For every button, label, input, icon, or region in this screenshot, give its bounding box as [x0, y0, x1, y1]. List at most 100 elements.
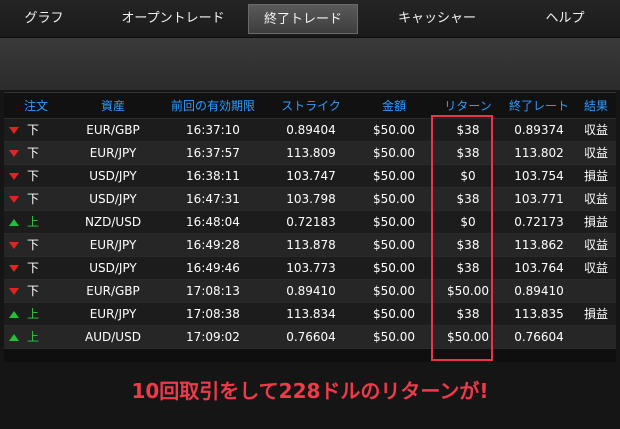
cell-close-rate: 0.89374 — [502, 118, 576, 142]
cell-expiry: 17:09:02 — [158, 325, 268, 349]
table-row: 下 USD/JPY 16:49:46 103.773 $50.00 $38 103.764 収… — [4, 256, 616, 280]
cell-close-rate: 113.835 — [502, 302, 576, 326]
cell-return: $38 — [434, 256, 502, 280]
order-direction-label: 下 — [27, 123, 40, 137]
cell-strike: 0.76604 — [268, 325, 354, 349]
trades-table: 注文 資産 前回の有効期限 ストライク 金額 リターン 終了レート 結果 下 EU… — [4, 93, 616, 349]
table-row: 上 NZD/USD 16:48:04 0.72183 $50.00 $0 0.72173 損益 — [4, 210, 616, 234]
closed-trades-table: 注文 資産 前回の有効期限 ストライク 金額 リターン 終了レート 結果 下 EU… — [4, 92, 616, 362]
cell-order: 上 — [4, 325, 68, 349]
cell-amount: $50.00 — [354, 233, 434, 257]
cell-strike: 103.798 — [268, 187, 354, 211]
cell-order: 下 — [4, 141, 68, 165]
cell-strike: 113.878 — [268, 233, 354, 257]
cell-asset: USD/JPY — [68, 187, 158, 211]
cell-strike: 103.747 — [268, 164, 354, 188]
cell-strike: 103.773 — [268, 256, 354, 280]
cell-return: $0 — [434, 210, 502, 234]
cell-result: 収益 — [576, 141, 616, 165]
table-row: 下 EUR/JPY 16:49:28 113.878 $50.00 $38 113.862 収… — [4, 233, 616, 257]
header-close-rate[interactable]: 終了レート — [502, 93, 576, 119]
tab-help[interactable]: ヘルプ — [530, 4, 600, 34]
cell-asset: USD/JPY — [68, 256, 158, 280]
cell-order: 上 — [4, 302, 68, 326]
header-return[interactable]: リターン — [434, 93, 502, 119]
down-arrow-icon — [9, 242, 19, 249]
cell-order: 上 — [4, 210, 68, 234]
cell-close-rate: 103.764 — [502, 256, 576, 280]
tab-closed-trades[interactable]: 終了トレード — [248, 4, 358, 34]
cell-order: 下 — [4, 187, 68, 211]
promo-caption: 10回取引をして228ドルのリターンが! — [131, 379, 489, 403]
down-arrow-icon — [9, 265, 19, 272]
cell-asset: EUR/GBP — [68, 118, 158, 142]
cell-asset: AUD/USD — [68, 325, 158, 349]
order-direction-label: 上 — [27, 330, 40, 344]
down-arrow-icon — [9, 127, 19, 134]
order-direction-label: 下 — [27, 284, 40, 298]
cell-strike: 0.72183 — [268, 210, 354, 234]
cell-result: 損益 — [576, 302, 616, 326]
tab-cashier[interactable]: キャッシャー — [382, 4, 492, 34]
cell-order: 下 — [4, 164, 68, 188]
cell-amount: $50.00 — [354, 164, 434, 188]
tab-graph[interactable]: グラフ — [14, 4, 74, 34]
order-direction-label: 上 — [27, 215, 40, 229]
cell-order: 下 — [4, 233, 68, 257]
header-result[interactable]: 結果 — [576, 93, 616, 119]
cell-order: 下 — [4, 279, 68, 303]
cell-expiry: 16:37:57 — [158, 141, 268, 165]
cell-expiry: 16:48:04 — [158, 210, 268, 234]
cell-return: $38 — [434, 141, 502, 165]
cell-result: 損益 — [576, 164, 616, 188]
cell-close-rate: 103.754 — [502, 164, 576, 188]
cell-amount: $50.00 — [354, 302, 434, 326]
cell-expiry: 17:08:38 — [158, 302, 268, 326]
down-arrow-icon — [9, 288, 19, 295]
cell-amount: $50.00 — [354, 325, 434, 349]
table-row: 下 EUR/GBP 16:37:10 0.89404 $50.00 $38 0.89374 収… — [4, 118, 616, 142]
cell-amount: $50.00 — [354, 141, 434, 165]
header-amount[interactable]: 金額 — [354, 93, 434, 119]
cell-order: 下 — [4, 256, 68, 280]
header-strike[interactable]: ストライク — [268, 93, 354, 119]
cell-asset: EUR/JPY — [68, 141, 158, 165]
order-direction-label: 下 — [27, 192, 40, 206]
cell-result — [576, 279, 616, 303]
cell-result — [576, 325, 616, 349]
order-direction-label: 下 — [27, 261, 40, 275]
cell-close-rate: 0.76604 — [502, 325, 576, 349]
cell-return: $38 — [434, 233, 502, 257]
cell-amount: $50.00 — [354, 118, 434, 142]
cell-close-rate: 0.89410 — [502, 279, 576, 303]
table-row: 下 EUR/GBP 17:08:13 0.89410 $50.00 $50.00 0.894… — [4, 279, 616, 303]
header-expiry[interactable]: 前回の有効期限 — [158, 93, 268, 119]
cell-asset: EUR/JPY — [68, 302, 158, 326]
cell-amount: $50.00 — [354, 256, 434, 280]
header-order[interactable]: 注文 — [4, 93, 68, 119]
tab-open-trades[interactable]: オープントレード — [108, 4, 238, 34]
down-arrow-icon — [9, 173, 19, 180]
header-asset[interactable]: 資産 — [68, 93, 158, 119]
cell-expiry: 16:38:11 — [158, 164, 268, 188]
cell-result: 収益 — [576, 256, 616, 280]
cell-expiry: 16:37:10 — [158, 118, 268, 142]
tab-bar: グラフ オープントレード 終了トレード キャッシャー ヘルプ — [0, 0, 620, 38]
up-arrow-icon — [9, 311, 19, 318]
cell-strike: 0.89410 — [268, 279, 354, 303]
order-direction-label: 下 — [27, 146, 40, 160]
order-direction-label: 下 — [27, 238, 40, 252]
header-band — [0, 38, 620, 90]
cell-result: 収益 — [576, 118, 616, 142]
cell-asset: USD/JPY — [68, 164, 158, 188]
order-direction-label: 下 — [27, 169, 40, 183]
cell-amount: $50.00 — [354, 187, 434, 211]
up-arrow-icon — [9, 334, 19, 341]
cell-strike: 0.89404 — [268, 118, 354, 142]
cell-asset: EUR/GBP — [68, 279, 158, 303]
cell-return: $38 — [434, 187, 502, 211]
cell-close-rate: 113.802 — [502, 141, 576, 165]
cell-expiry: 17:08:13 — [158, 279, 268, 303]
cell-result: 収益 — [576, 187, 616, 211]
table-row: 上 EUR/JPY 17:08:38 113.834 $50.00 $38 113.835 損… — [4, 302, 616, 326]
